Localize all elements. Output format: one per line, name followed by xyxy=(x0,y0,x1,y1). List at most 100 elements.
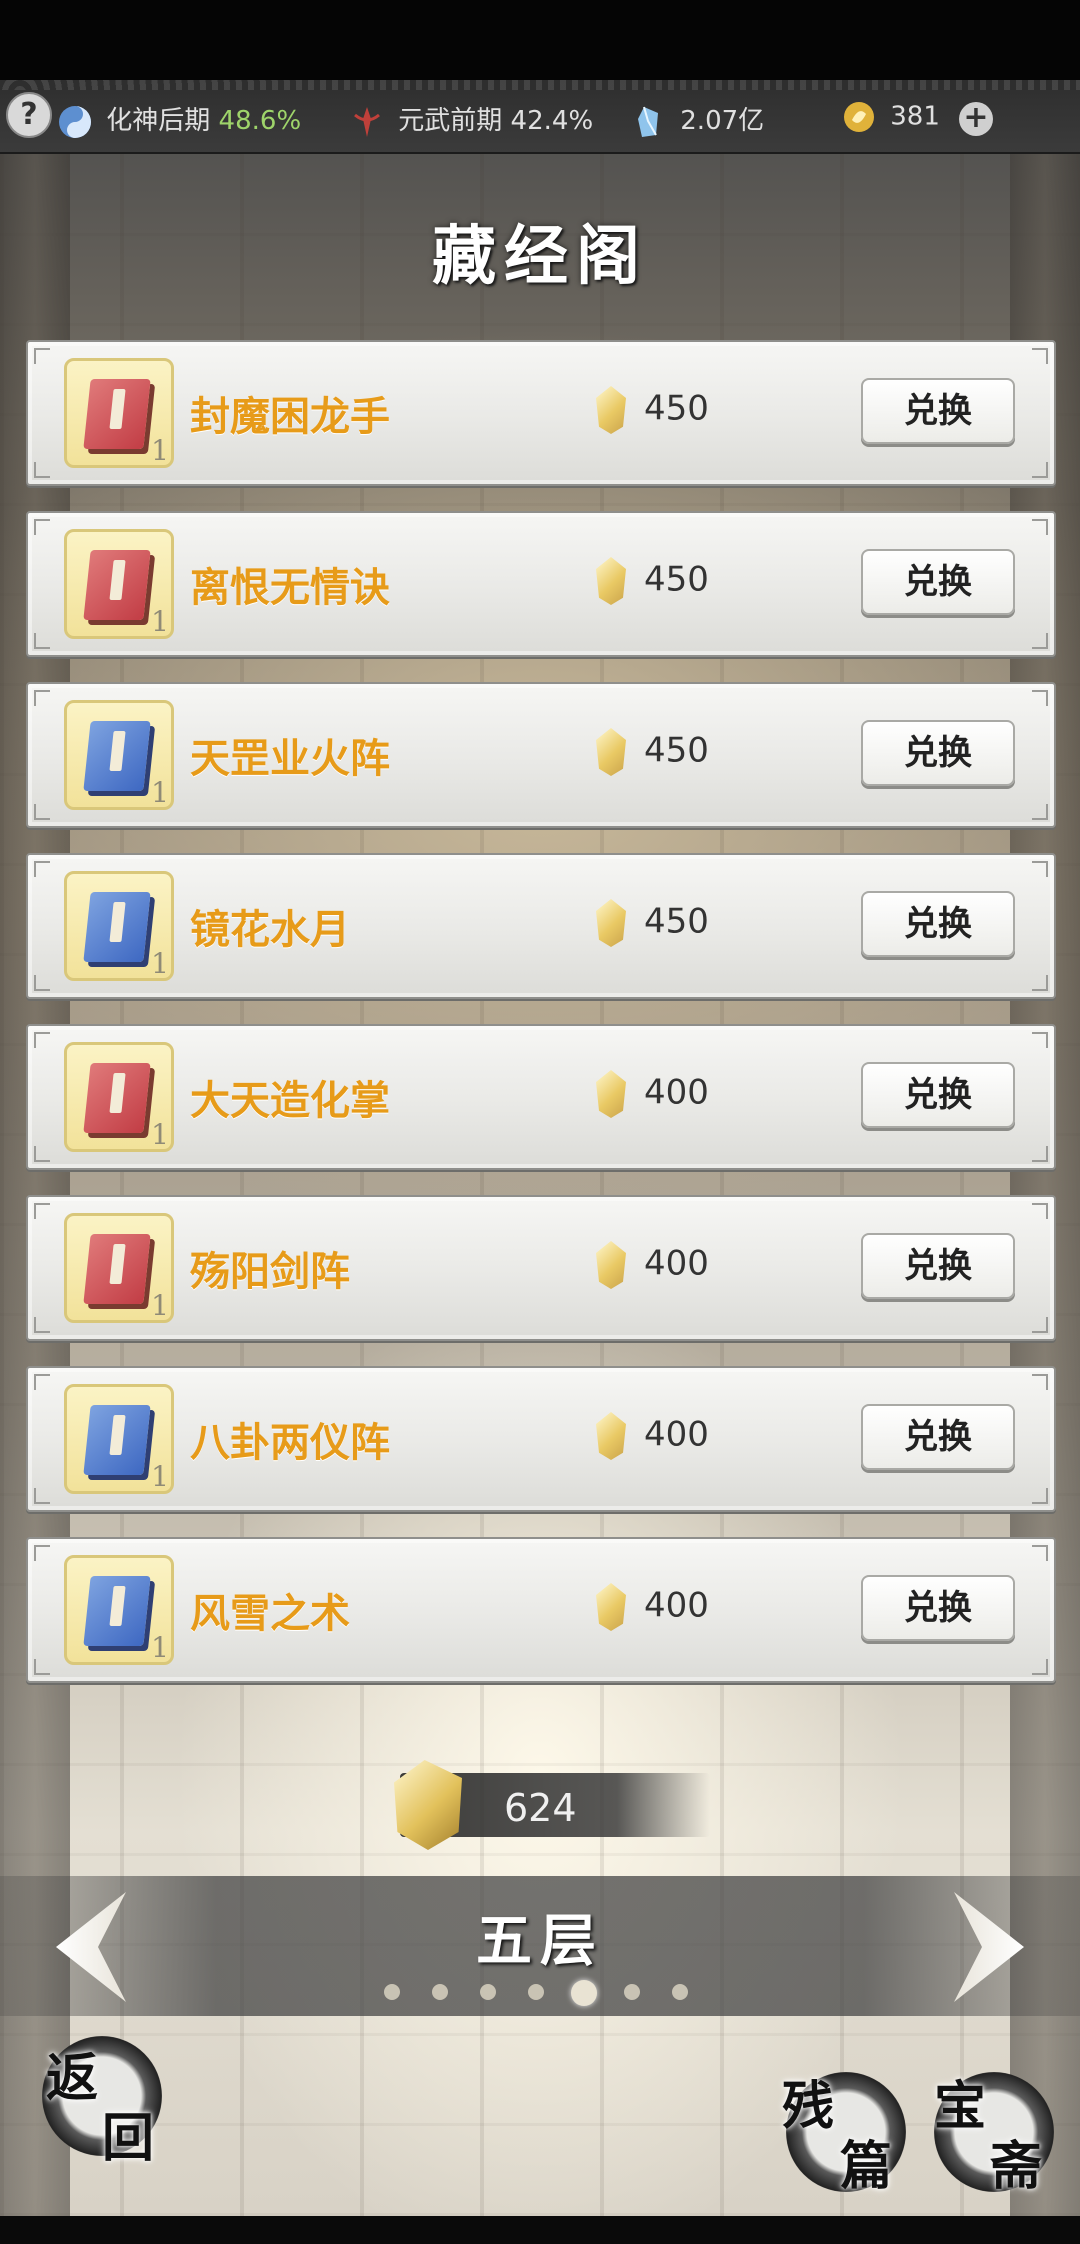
item-name: 天罡业火阵 xyxy=(190,736,390,782)
bottom-inset xyxy=(0,2216,1080,2244)
frame-corner xyxy=(34,1545,50,1561)
frame-corner xyxy=(34,1488,50,1504)
item-icon[interactable]: 1 xyxy=(64,700,174,810)
item-icon[interactable]: 1 xyxy=(64,529,174,639)
frame-corner xyxy=(1032,1488,1048,1504)
item-count: 1 xyxy=(151,1289,169,1322)
frame-corner xyxy=(34,861,50,877)
item-cost: 400 xyxy=(596,1412,709,1460)
frame-corner xyxy=(34,1659,50,1675)
item-count: 1 xyxy=(151,434,169,467)
list-item: 1 镜花水月 450 兑换 xyxy=(26,853,1056,999)
page-dot[interactable] xyxy=(528,1984,544,2000)
page-dot[interactable] xyxy=(480,1984,496,2000)
item-cost-value: 450 xyxy=(644,901,709,942)
status-bar-pattern xyxy=(0,80,1080,90)
list-item: 1 风雪之术 400 兑换 xyxy=(26,1537,1056,1683)
item-cost: 400 xyxy=(596,1070,709,1118)
item-cost-value: 400 xyxy=(644,1243,709,1284)
redeem-button[interactable]: 兑换 xyxy=(861,1062,1015,1128)
frame-corner xyxy=(34,1146,50,1162)
page-dot[interactable] xyxy=(672,1984,688,2000)
crystal-icon xyxy=(596,899,626,947)
book-icon xyxy=(83,1234,151,1304)
item-name: 八卦两仪阵 xyxy=(190,1420,390,1466)
item-cost-value: 450 xyxy=(644,388,709,429)
back-char1: 返 xyxy=(46,2048,99,2109)
frame-corner xyxy=(34,1032,50,1048)
item-icon[interactable]: 1 xyxy=(64,358,174,468)
item-count: 1 xyxy=(151,947,169,980)
frame-corner xyxy=(1032,1032,1048,1048)
frame-corner xyxy=(1032,348,1048,364)
frame-corner xyxy=(34,633,50,649)
item-count: 1 xyxy=(151,1631,169,1664)
item-name: 封魔困龙手 xyxy=(190,394,390,440)
redeem-button[interactable]: 兑换 xyxy=(861,1404,1015,1470)
fragments-char2: 篇 xyxy=(840,2136,893,2197)
plus-icon[interactable]: + xyxy=(959,102,993,136)
realm-emblem-icon xyxy=(354,106,380,137)
fragments-button[interactable]: 残 篇 xyxy=(782,2072,906,2197)
item-icon[interactable]: 1 xyxy=(64,1042,174,1152)
item-cost-value: 400 xyxy=(644,1414,709,1455)
back-button[interactable]: 返 回 xyxy=(42,2036,162,2169)
book-icon xyxy=(83,1063,151,1133)
crystal-icon xyxy=(596,1070,626,1118)
help-icon[interactable]: ? xyxy=(6,92,52,138)
frame-corner xyxy=(34,804,50,820)
list-item: 1 离恨无情诀 450 兑换 xyxy=(26,511,1056,657)
redeem-button[interactable]: 兑换 xyxy=(861,891,1015,957)
item-cost-value: 450 xyxy=(644,559,709,600)
item-icon[interactable]: 1 xyxy=(64,1213,174,1323)
page-dot[interactable] xyxy=(624,1984,640,2000)
item-cost: 450 xyxy=(596,386,709,434)
redeem-button[interactable]: 兑换 xyxy=(861,549,1015,615)
redeem-button[interactable]: 兑换 xyxy=(861,720,1015,786)
spirit-stone-icon xyxy=(638,106,658,137)
frame-corner xyxy=(34,975,50,991)
realm1-label: 化神后期 xyxy=(106,106,211,136)
frame-corner xyxy=(1032,1203,1048,1219)
page-dot-active[interactable] xyxy=(571,1980,597,2006)
redeem-button[interactable]: 兑换 xyxy=(861,378,1015,444)
item-cost: 450 xyxy=(596,557,709,605)
item-icon[interactable]: 1 xyxy=(64,1555,174,1665)
frame-corner xyxy=(1032,1374,1048,1390)
treasure-char1: 宝 xyxy=(934,2076,987,2137)
book-icon xyxy=(83,892,151,962)
realm1-percent: 48.6% xyxy=(218,106,302,136)
top-inset xyxy=(0,0,1080,80)
gold: 381 xyxy=(842,100,940,136)
frame-corner xyxy=(34,519,50,535)
redeem-button[interactable]: 兑换 xyxy=(861,1575,1015,1641)
realm-martial: 元武前期 42.4% xyxy=(350,100,593,137)
spirit-stones-value: 2.07亿 xyxy=(680,106,765,136)
redeem-button[interactable]: 兑换 xyxy=(861,1233,1015,1299)
item-cost-value: 450 xyxy=(644,730,709,771)
item-count: 1 xyxy=(151,776,169,809)
item-name: 大天造化掌 xyxy=(190,1078,390,1124)
page-dot[interactable] xyxy=(384,1984,400,2000)
list-item: 1 殇阳剑阵 400 兑换 xyxy=(26,1195,1056,1341)
item-icon[interactable]: 1 xyxy=(64,1384,174,1494)
list-item: 1 八卦两仪阵 400 兑换 xyxy=(26,1366,1056,1512)
item-count: 1 xyxy=(151,1460,169,1493)
item-name: 殇阳剑阵 xyxy=(190,1249,350,1295)
crystal-icon xyxy=(596,557,626,605)
page-dot[interactable] xyxy=(432,1984,448,2000)
item-icon[interactable]: 1 xyxy=(64,871,174,981)
frame-corner xyxy=(34,1317,50,1333)
list-item: 1 封魔困龙手 450 兑换 xyxy=(26,340,1056,486)
crystal-icon xyxy=(596,1583,626,1631)
treasure-button[interactable]: 宝 斋 xyxy=(934,2072,1054,2197)
frame-corner xyxy=(34,462,50,478)
crystal-icon xyxy=(596,1241,626,1289)
book-icon xyxy=(83,379,151,449)
frame-corner xyxy=(34,1374,50,1390)
frame-corner xyxy=(1032,462,1048,478)
list-item: 1 大天造化掌 400 兑换 xyxy=(26,1024,1056,1170)
frame-corner xyxy=(1032,975,1048,991)
frame-corner xyxy=(1032,633,1048,649)
item-cost-value: 400 xyxy=(644,1585,709,1626)
